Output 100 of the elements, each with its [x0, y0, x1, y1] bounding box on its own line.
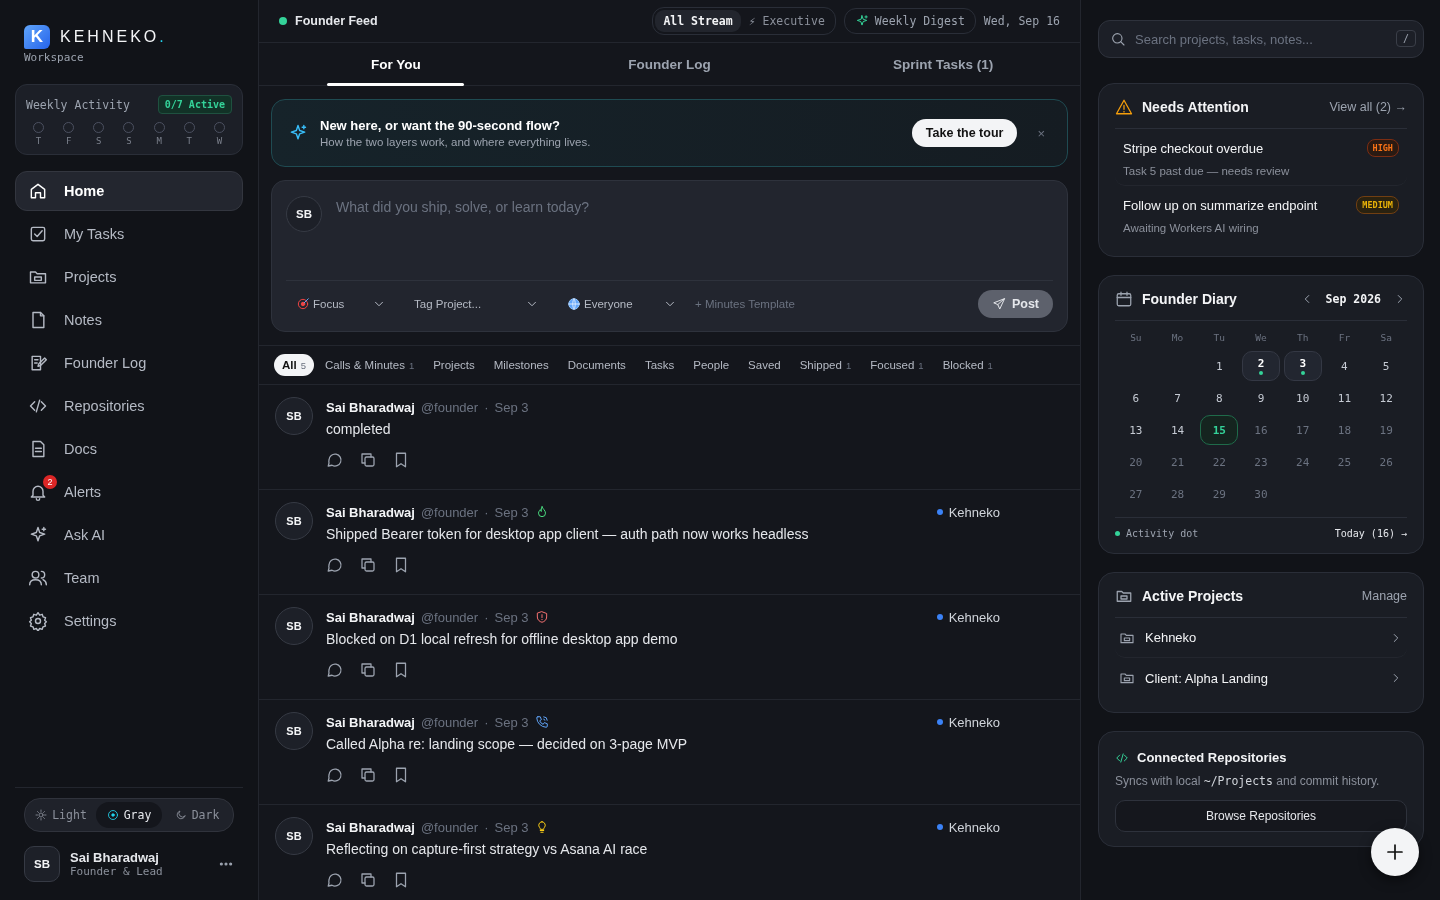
card-title: Weekly Activity: [26, 97, 130, 112]
calendar-day[interactable]: 14: [1158, 415, 1197, 445]
calendar-day[interactable]: 28: [1158, 479, 1197, 509]
calendar-day[interactable]: 1: [1200, 351, 1239, 381]
manage-link[interactable]: Manage: [1361, 589, 1407, 603]
calendar-day[interactable]: 18: [1325, 415, 1364, 445]
month-label: Sep 2026: [1325, 292, 1381, 306]
view-all-link[interactable]: View all (2) →: [1329, 100, 1407, 114]
calendar-day[interactable]: 13: [1116, 415, 1155, 445]
copy-button[interactable]: [359, 871, 377, 889]
comment-button[interactable]: [326, 661, 344, 679]
author-handle: @founder: [420, 504, 479, 520]
nav-item[interactable]: Repositories: [15, 386, 243, 426]
filter-chip[interactable]: People: [685, 354, 738, 376]
digest-button[interactable]: Weekly Digest: [843, 8, 976, 34]
calendar-day[interactable]: 22: [1200, 447, 1239, 477]
project-item[interactable]: Kehneko: [1115, 618, 1407, 658]
theme-option[interactable]: Gray: [96, 802, 162, 828]
calendar-day[interactable]: 10: [1283, 383, 1322, 413]
calendar-day[interactable]: 8: [1200, 383, 1239, 413]
nav-item[interactable]: Notes: [15, 300, 243, 340]
nav-item[interactable]: Founder Log: [15, 343, 243, 383]
filter-chip[interactable]: Tasks: [636, 354, 683, 376]
calendar-day[interactable]: 17: [1283, 415, 1322, 445]
nav-item[interactable]: Team: [15, 558, 243, 598]
tab[interactable]: Sprint Tasks (1): [806, 43, 1080, 85]
author-name: Sai Bharadwaj: [326, 609, 415, 625]
copy-button[interactable]: [359, 766, 377, 784]
repos-description: Syncs with local ~/Projects and commit history.: [1115, 774, 1381, 788]
project-tag: Kehneko: [948, 504, 1000, 520]
tab[interactable]: Founder Log: [532, 43, 807, 85]
author-avatar: SB: [275, 712, 313, 750]
copy-icon: [359, 661, 377, 679]
tab[interactable]: For You: [259, 43, 533, 85]
item-title: Follow up on summarize endpoint: [1123, 197, 1318, 213]
calendar-day[interactable]: 11: [1325, 383, 1364, 413]
filter-chip[interactable]: Projects: [425, 354, 483, 376]
calendar-day[interactable]: 3: [1283, 351, 1322, 381]
home-icon: [28, 181, 48, 201]
filter-chip[interactable]: All 5: [274, 354, 314, 376]
calendar-day[interactable]: 9: [1242, 383, 1280, 413]
add-button[interactable]: [1371, 828, 1419, 876]
comment-button[interactable]: [326, 766, 344, 784]
day-label: T: [186, 136, 192, 146]
theme-option[interactable]: Light: [28, 802, 94, 828]
filter-chip[interactable]: Blocked 1: [934, 354, 1001, 376]
calendar-day[interactable]: 7: [1158, 383, 1197, 413]
nav-item[interactable]: Docs: [15, 429, 243, 469]
moon-icon: [174, 809, 187, 821]
calendar-day[interactable]: 23: [1242, 447, 1280, 477]
mode-tab[interactable]: ⚡ Executive: [740, 10, 833, 32]
calendar-day[interactable]: 4: [1325, 351, 1364, 381]
item-title: Stripe checkout overdue: [1123, 140, 1264, 156]
tour-button[interactable]: Take the tour: [911, 119, 1018, 147]
calendar-day[interactable]: 30: [1242, 479, 1280, 509]
filter-chip[interactable]: Shipped 1: [791, 354, 860, 376]
filter-chip[interactable]: Documents: [559, 354, 634, 376]
calendar-day[interactable]: 27: [1116, 479, 1155, 509]
nav-item[interactable]: 2 Alerts: [15, 472, 243, 512]
comment-button[interactable]: [326, 556, 344, 574]
mode-tab[interactable]: All Stream: [655, 10, 741, 32]
logo-icon: K: [24, 25, 50, 49]
calendar-day[interactable]: 5: [1367, 351, 1406, 381]
item-subtitle: Task 5 past due — needs review: [1123, 165, 1291, 177]
attention-item[interactable]: Stripe checkout overdue HIGH Task 5 past due — needs review: [1115, 129, 1407, 186]
comment-button[interactable]: [326, 871, 344, 889]
post-text: Blocked on D1 local refresh for offline desktop app demo: [326, 631, 679, 647]
calendar-day[interactable]: 29: [1200, 479, 1239, 509]
code-icon: [1115, 750, 1129, 765]
filter-chip[interactable]: Focused 1: [862, 354, 932, 376]
post-text: Reflecting on capture-first strategy vs Asana AI race: [326, 841, 649, 857]
calendar-day[interactable]: 12: [1367, 383, 1406, 413]
calendar-day[interactable]: 2: [1242, 351, 1280, 381]
calendar-day[interactable]: 25: [1325, 447, 1364, 477]
theme-option[interactable]: Dark: [164, 802, 230, 828]
copy-button[interactable]: [359, 661, 377, 679]
nav-item[interactable]: My Tasks: [15, 214, 243, 254]
calendar-day[interactable]: 26: [1367, 447, 1406, 477]
browse-button[interactable]: Browse Repositories: [1115, 800, 1407, 832]
nav-item[interactable]: Projects: [15, 257, 243, 297]
filter-chip[interactable]: Milestones: [485, 354, 557, 376]
filter-chip[interactable]: Calls & Minutes 1: [317, 354, 423, 376]
close-button[interactable]: ×: [1029, 125, 1053, 141]
author-name: Sai Bharadwaj: [326, 819, 415, 835]
project-item[interactable]: Client: Alpha Landing: [1115, 658, 1407, 698]
filter-chip[interactable]: Saved: [740, 354, 789, 376]
attention-item[interactable]: Follow up on summarize endpoint MEDIUM Awaiting Workers AI wiring: [1115, 186, 1407, 242]
weekday-label: We: [1254, 331, 1268, 345]
calendar-day[interactable]: 15: [1200, 415, 1239, 445]
copy-button[interactable]: [359, 451, 377, 469]
nav-item[interactable]: Home: [15, 171, 243, 211]
calendar-day[interactable]: 19: [1367, 415, 1406, 445]
user-avatar: SB: [286, 196, 322, 232]
comment-button[interactable]: [326, 451, 344, 469]
nav-item[interactable]: Ask AI: [15, 515, 243, 555]
calendar-day[interactable]: 20: [1116, 447, 1155, 477]
calendar-day[interactable]: 6: [1116, 383, 1155, 413]
today-link[interactable]: Today (16) →: [1334, 528, 1407, 539]
nav-item[interactable]: Settings: [15, 601, 243, 641]
copy-button[interactable]: [359, 556, 377, 574]
